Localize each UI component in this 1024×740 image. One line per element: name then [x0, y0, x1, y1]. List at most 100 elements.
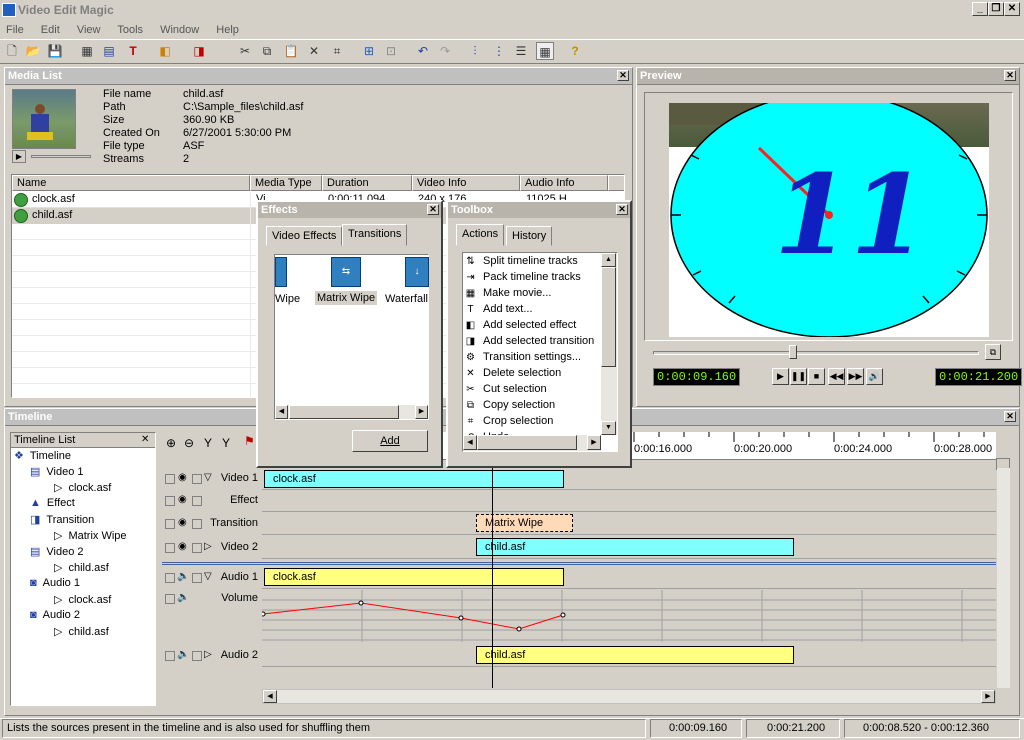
- tree-view-icon[interactable]: ⋮: [490, 42, 508, 60]
- redo-icon[interactable]: ↷: [436, 42, 454, 60]
- playhead-line[interactable]: [492, 432, 493, 688]
- matrix-wipe-transition-icon[interactable]: ⇆: [331, 257, 361, 287]
- col-duration[interactable]: Duration: [322, 175, 412, 191]
- split-track-icon[interactable]: Y: [204, 436, 212, 450]
- scroll-down-arrow[interactable]: ▼: [601, 421, 616, 435]
- fast-forward-icon[interactable]: ▶▶: [847, 368, 864, 385]
- add-button[interactable]: Add: [352, 430, 428, 452]
- speaker-icon[interactable]: 🔈: [177, 592, 189, 603]
- thumbnail-play-button[interactable]: ▶: [12, 150, 26, 163]
- scroll-thumb[interactable]: [601, 267, 616, 367]
- track-enable-checkbox[interactable]: [165, 573, 175, 583]
- play-icon[interactable]: ▶: [772, 368, 789, 385]
- menu-tools[interactable]: Tools: [117, 24, 143, 36]
- col-name[interactable]: Name: [12, 175, 250, 191]
- clip-audio1[interactable]: clock.asf: [264, 568, 564, 586]
- transition-item-matrix-wipe[interactable]: Matrix Wipe: [315, 291, 378, 305]
- action-item[interactable]: ⇅ Split timeline tracks: [466, 255, 577, 267]
- col-audio-info[interactable]: Audio Info: [520, 175, 608, 191]
- expand-right-icon[interactable]: ▷: [204, 541, 212, 552]
- marker-icon[interactable]: ⚑: [244, 434, 255, 448]
- action-item[interactable]: ⚙ Transition settings...: [466, 351, 581, 363]
- speaker-icon[interactable]: 🔈: [177, 571, 189, 582]
- menu-window[interactable]: Window: [160, 24, 199, 36]
- col-video-info[interactable]: Video Info: [412, 175, 520, 191]
- rewind-icon[interactable]: ◀◀: [828, 368, 845, 385]
- preview-seek-track[interactable]: [653, 351, 979, 355]
- paste-icon[interactable]: 📋: [282, 42, 300, 60]
- merge-track-icon[interactable]: Y: [222, 436, 230, 450]
- timeline-close-button[interactable]: ✕: [1004, 411, 1016, 422]
- tree-item[interactable]: ▷ clock.asf: [54, 481, 111, 494]
- zoom-out-timeline-icon[interactable]: ⊖: [184, 436, 194, 450]
- tree-item[interactable]: ▷ Matrix Wipe: [54, 529, 127, 542]
- eye-icon[interactable]: ◉: [178, 541, 187, 552]
- transition-item-wipe[interactable]: Wipe: [275, 293, 300, 305]
- track-enable-checkbox[interactable]: [165, 474, 175, 484]
- actions-hscroll[interactable]: ◀ ▶: [463, 435, 601, 451]
- clip-video1[interactable]: clock.asf: [264, 470, 564, 488]
- pause-icon[interactable]: ❚❚: [790, 368, 807, 385]
- action-item[interactable]: ⧉ Copy selection: [467, 399, 555, 411]
- scroll-right-arrow[interactable]: ▶: [415, 405, 428, 419]
- tree-item[interactable]: ▤ Video 1: [30, 465, 84, 478]
- track-enable-checkbox[interactable]: [165, 496, 175, 506]
- menu-view[interactable]: View: [77, 24, 101, 36]
- scroll-left-arrow[interactable]: ◀: [263, 690, 277, 703]
- volume-icon[interactable]: 🔊: [866, 368, 883, 385]
- tree-item[interactable]: ◙ Audio 1: [30, 577, 80, 589]
- scroll-left-arrow[interactable]: ◀: [275, 405, 288, 419]
- action-item[interactable]: T Add text...: [467, 303, 532, 315]
- col-media-type[interactable]: Media Type: [250, 175, 322, 191]
- action-item[interactable]: ✕ Delete selection: [466, 367, 561, 379]
- media-icon[interactable]: ▦: [78, 42, 96, 60]
- stop-icon[interactable]: ■: [808, 368, 825, 385]
- track-lock-checkbox[interactable]: [192, 519, 202, 529]
- expand-down-icon[interactable]: ▽: [204, 571, 212, 582]
- tree-item[interactable]: ▷ child.asf: [54, 625, 109, 638]
- speaker-icon[interactable]: 🔈: [177, 649, 189, 660]
- restore-button[interactable]: ❐: [988, 2, 1004, 16]
- clip-transition[interactable]: Matrix Wipe: [476, 514, 573, 532]
- eye-icon[interactable]: ◉: [178, 517, 187, 528]
- track-lock-checkbox[interactable]: [192, 496, 202, 506]
- action-item[interactable]: ⌗ Crop selection: [468, 415, 554, 427]
- transitions-hscroll[interactable]: ◀ ▶: [275, 405, 428, 419]
- expand-right-icon[interactable]: ▷: [204, 649, 212, 660]
- track-lock-checkbox[interactable]: [192, 651, 202, 661]
- scroll-thumb[interactable]: [477, 435, 577, 450]
- tab-history[interactable]: History: [506, 226, 553, 246]
- timeline-hscroll[interactable]: ◀ ▶: [262, 689, 996, 704]
- zoom-in-icon[interactable]: ⊞: [360, 42, 378, 60]
- add-track-icon[interactable]: ▤: [100, 42, 118, 60]
- scroll-right-arrow[interactable]: ▶: [587, 435, 601, 450]
- new-file-icon[interactable]: 🗋: [3, 42, 21, 60]
- clip-audio2[interactable]: child.asf: [476, 646, 794, 664]
- track-lock-checkbox[interactable]: [192, 543, 202, 553]
- waterfall-transition-icon[interactable]: ↓: [405, 257, 429, 287]
- close-button[interactable]: ✕: [1004, 2, 1020, 16]
- tree-item[interactable]: ◨ Transition: [30, 513, 94, 526]
- action-item[interactable]: ▦ Make movie...: [466, 287, 552, 299]
- align-icon[interactable]: ⫶: [466, 42, 484, 60]
- undo-icon[interactable]: ↶: [414, 42, 432, 60]
- action-item[interactable]: ◨ Add selected transition: [466, 335, 595, 347]
- minimize-button[interactable]: _: [972, 2, 988, 16]
- tree-item[interactable]: ▷ child.asf: [54, 561, 109, 574]
- add-transition-icon[interactable]: ◨: [190, 42, 208, 60]
- action-item[interactable]: ✂ Cut selection: [466, 383, 546, 395]
- track-lock-checkbox[interactable]: [192, 573, 202, 583]
- clip-video2[interactable]: child.asf: [476, 538, 794, 556]
- menu-file[interactable]: File: [6, 24, 24, 36]
- tab-actions[interactable]: Actions: [456, 224, 505, 246]
- action-item[interactable]: ⇥ Pack timeline tracks: [466, 271, 581, 283]
- eye-icon[interactable]: ◉: [178, 494, 187, 505]
- timeline-vscroll[interactable]: [997, 468, 1010, 688]
- scroll-thumb[interactable]: [289, 405, 399, 419]
- tree-item[interactable]: ▲ Effect: [30, 497, 75, 509]
- scroll-left-arrow[interactable]: ◀: [463, 435, 477, 450]
- save-icon[interactable]: 💾: [46, 42, 64, 60]
- track-enable-checkbox[interactable]: [165, 519, 175, 529]
- track-enable-checkbox[interactable]: [165, 594, 175, 604]
- zoom-fit-icon[interactable]: ⊡: [382, 42, 400, 60]
